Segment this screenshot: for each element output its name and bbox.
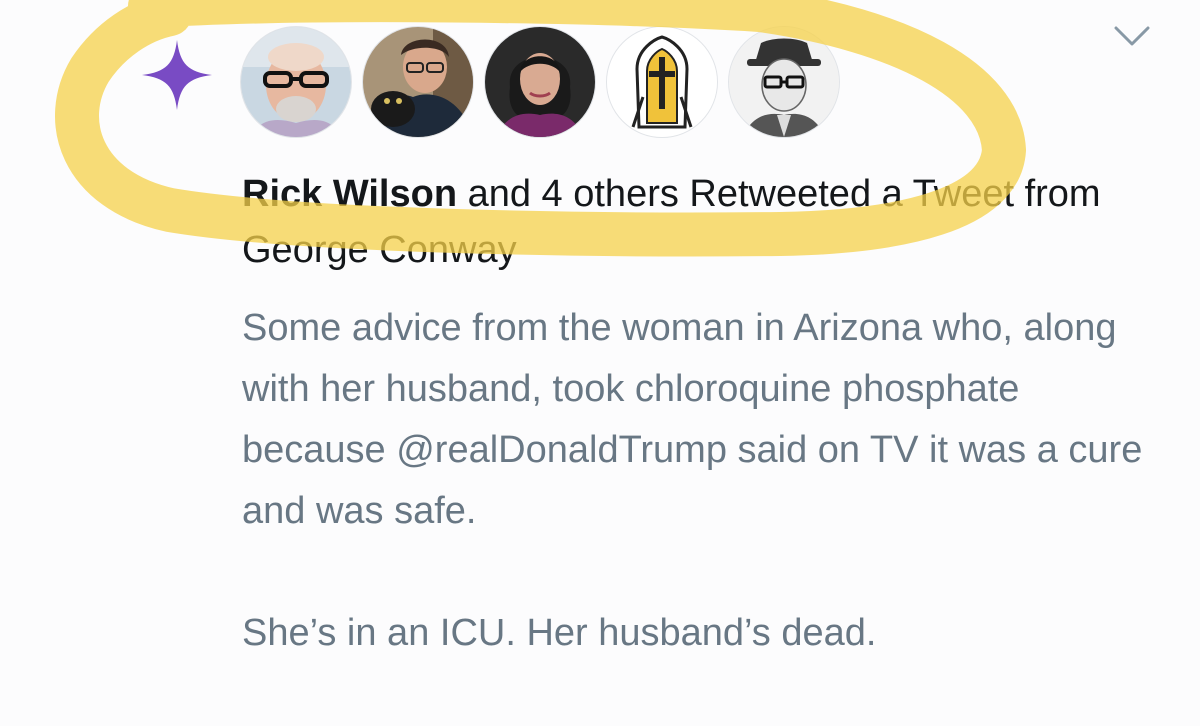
retweeter-name-link[interactable]: Rick Wilson [242, 173, 457, 215]
tweet-text[interactable]: Some advice from the woman in Arizona wh… [242, 298, 1162, 664]
avatar[interactable] [728, 26, 840, 138]
sparkle-icon [142, 40, 212, 110]
avatar[interactable] [606, 26, 718, 138]
avatar[interactable] [240, 26, 352, 138]
avatar[interactable] [362, 26, 474, 138]
chevron-down-icon[interactable] [1112, 22, 1152, 50]
social-context: Rick Wilson and 4 others Retweeted a Twe… [242, 166, 1142, 278]
notification-card[interactable]: Rick Wilson and 4 others Retweeted a Twe… [0, 0, 1200, 726]
avatar[interactable] [484, 26, 596, 138]
